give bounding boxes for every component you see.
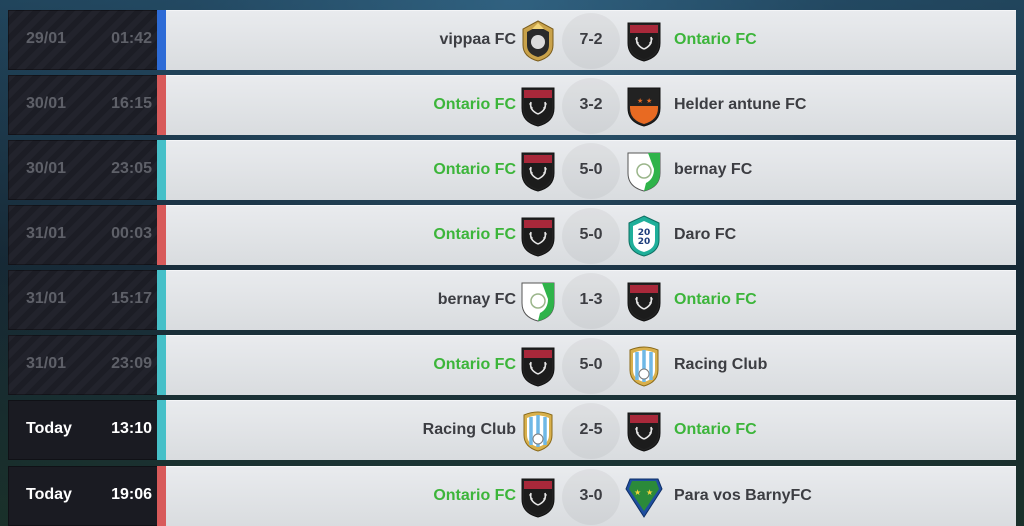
away-team-name: Helder antune FC — [674, 96, 807, 113]
match-time: 23:09 — [111, 355, 152, 372]
home-crest-icon — [518, 409, 558, 453]
away-team-name: bernay FC — [674, 161, 753, 178]
match-row[interactable]: Today 13:10 Racing Club 2-5 Ontario FC — [8, 400, 1016, 460]
home-team-name: Ontario FC — [433, 487, 516, 504]
away-team-name: Para vos BarnyFC — [674, 487, 812, 504]
svg-text:★: ★ — [646, 488, 653, 497]
away-crest-icon — [624, 149, 664, 193]
svg-text:★: ★ — [637, 97, 643, 105]
match-datetime: 31/01 00:03 — [8, 205, 158, 265]
match-time: 00:03 — [111, 225, 152, 242]
match-row[interactable]: 31/01 23:09 Ontario FC 5-0 Racing Club — [8, 335, 1016, 395]
match-date: 30/01 — [26, 95, 67, 112]
result-strip — [157, 400, 166, 460]
away-crest-icon: ★ ★ — [624, 475, 664, 519]
match-score: 5-0 — [579, 161, 603, 178]
away-crest-icon: ★ ★ — [624, 84, 664, 128]
match-time: 16:15 — [111, 95, 152, 112]
home-crest-icon — [518, 475, 558, 519]
match-date: 31/01 — [26, 225, 67, 242]
away-crest-icon — [624, 19, 664, 63]
match-row[interactable]: 31/01 15:17 bernay FC 1-3 Ontario FC — [8, 270, 1016, 330]
home-crest-icon — [518, 214, 558, 258]
home-team-name: Ontario FC — [433, 96, 516, 113]
home-team-name: vippaa FC — [439, 31, 516, 48]
away-crest-icon — [624, 344, 664, 388]
match-card: Ontario FC 5-0 20 20 Daro FC — [166, 205, 1016, 265]
away-team-name: Racing Club — [674, 356, 768, 373]
away-team-name: Daro FC — [674, 226, 737, 243]
match-score: 1-3 — [579, 291, 603, 308]
home-team-name: Ontario FC — [433, 226, 516, 243]
home-crest-icon — [518, 344, 558, 388]
match-card: bernay FC 1-3 Ontario FC — [166, 270, 1016, 330]
away-team-name: Ontario FC — [674, 31, 757, 48]
away-team-name: Ontario FC — [674, 421, 757, 438]
result-strip — [157, 75, 166, 135]
match-datetime: 31/01 23:09 — [8, 335, 158, 395]
match-card: Ontario FC 3-0 ★ ★ Para vos BarnyFC — [166, 466, 1016, 526]
home-crest-icon — [518, 84, 558, 128]
home-team-name: Racing Club — [422, 421, 516, 438]
match-row[interactable]: Today 19:06 Ontario FC 3-0 ★ ★ Para vos B… — [8, 466, 1016, 526]
match-datetime: 29/01 01:42 — [8, 10, 158, 70]
home-team-name: bernay FC — [437, 291, 516, 308]
svg-text:★: ★ — [646, 97, 652, 105]
home-crest-icon — [518, 279, 558, 323]
away-crest-icon: 20 20 — [624, 214, 664, 258]
home-crest-icon — [518, 149, 558, 193]
match-date: 31/01 — [26, 290, 67, 307]
match-score: 3-0 — [579, 487, 603, 504]
match-row[interactable]: 31/01 00:03 Ontario FC 5-0 20 20 Daro FC — [8, 205, 1016, 265]
match-time: 01:42 — [111, 30, 152, 47]
match-datetime: Today 13:10 — [8, 400, 158, 460]
match-datetime: Today 19:06 — [8, 466, 158, 526]
match-time: 19:06 — [111, 486, 152, 503]
match-date: 30/01 — [26, 160, 67, 177]
match-score: 5-0 — [579, 356, 603, 373]
match-row[interactable]: 30/01 16:15 Ontario FC 3-2 ★ ★ Helder ant… — [8, 75, 1016, 135]
result-strip — [157, 335, 166, 395]
match-datetime: 31/01 15:17 — [8, 270, 158, 330]
match-score: 2-5 — [579, 421, 603, 438]
match-date: Today — [26, 486, 72, 503]
match-time: 13:10 — [111, 420, 152, 437]
home-team-name: Ontario FC — [433, 161, 516, 178]
svg-text:★: ★ — [634, 488, 641, 497]
match-score: 3-2 — [579, 96, 603, 113]
result-strip — [157, 466, 166, 526]
match-card: Racing Club 2-5 Ontario FC — [166, 400, 1016, 460]
match-card: vippaa FC 7-2 Ontario FC — [166, 10, 1016, 70]
result-strip — [157, 205, 166, 265]
match-row[interactable]: 30/01 23:05 Ontario FC 5-0 bernay FC — [8, 140, 1016, 200]
match-time: 23:05 — [111, 160, 152, 177]
match-card: Ontario FC 5-0 bernay FC — [166, 140, 1016, 200]
match-score: 7-2 — [579, 31, 603, 48]
match-datetime: 30/01 16:15 — [8, 75, 158, 135]
match-date: Today — [26, 420, 72, 437]
result-strip — [157, 140, 166, 200]
match-row[interactable]: 29/01 01:42 vippaa FC 7-2 Ontario FC — [8, 10, 1016, 70]
match-time: 15:17 — [111, 290, 152, 307]
match-date: 31/01 — [26, 355, 67, 372]
match-score: 5-0 — [579, 226, 603, 243]
away-crest-icon — [624, 409, 664, 453]
result-strip — [157, 10, 166, 70]
home-crest-icon — [518, 19, 558, 63]
svg-text:20: 20 — [638, 237, 651, 247]
away-team-name: Ontario FC — [674, 291, 757, 308]
result-strip — [157, 270, 166, 330]
home-team-name: Ontario FC — [433, 356, 516, 373]
match-datetime: 30/01 23:05 — [8, 140, 158, 200]
match-date: 29/01 — [26, 30, 67, 47]
match-card: Ontario FC 5-0 Racing Club — [166, 335, 1016, 395]
match-card: Ontario FC 3-2 ★ ★ Helder antune FC — [166, 75, 1016, 135]
away-crest-icon — [624, 279, 664, 323]
